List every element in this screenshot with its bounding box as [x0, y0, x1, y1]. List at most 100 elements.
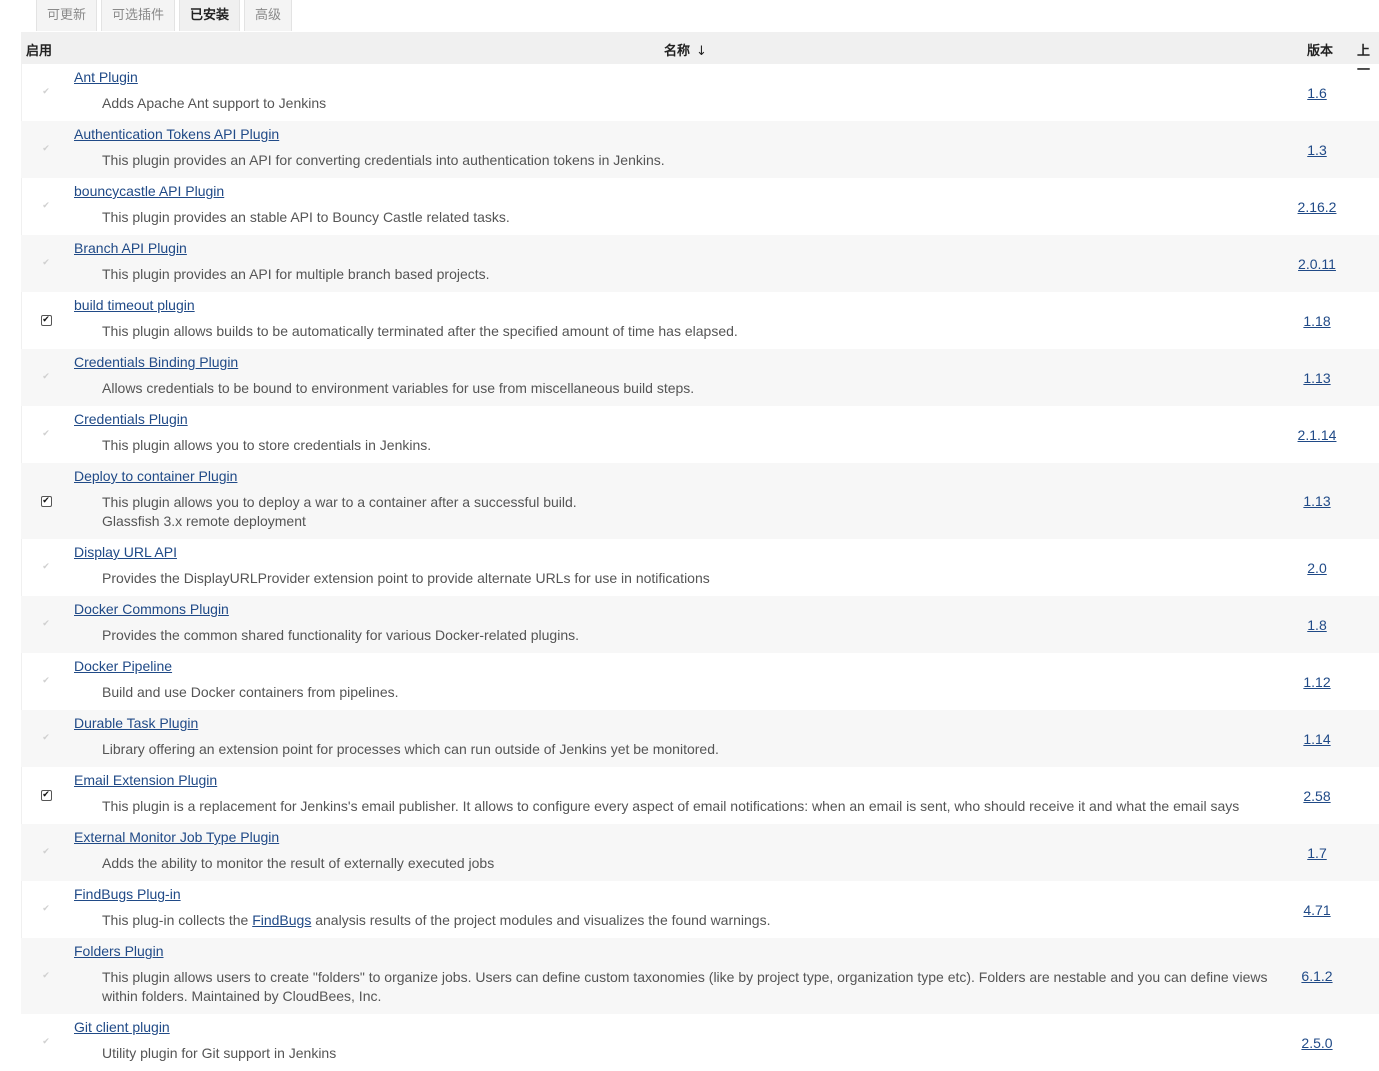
plugin-row: ✔ Docker Pipeline Build and use Docker con…	[21, 653, 1379, 710]
table-header: 启用 名称 ↓ 版本 上一	[21, 32, 1379, 78]
enable-cell: ✔	[21, 596, 71, 653]
version-link[interactable]: 2.5.0	[1287, 1014, 1347, 1071]
version-link[interactable]: 2.0	[1287, 539, 1347, 596]
version-link[interactable]: 2.0.11	[1287, 235, 1347, 292]
enable-checkbox: ✔	[42, 201, 50, 211]
name-cell: Credentials Plugin This plugin allows you…	[74, 406, 1299, 463]
plugin-description: Adds the ability to monitor the result o…	[102, 854, 1299, 873]
plugin-name-link[interactable]: Docker Pipeline	[74, 657, 172, 676]
plugin-name-link[interactable]: Authentication Tokens API Plugin	[74, 125, 279, 144]
description-line: within folders. Maintained by CloudBees,…	[102, 988, 382, 1004]
enable-checkbox: ✔	[42, 258, 50, 268]
table-body: ✔ Ant Plugin Adds Apache Ant support to Je…	[21, 64, 1379, 1071]
plugin-row: ✔ Git client plugin Utility plugin for Git…	[21, 1014, 1379, 1071]
plugin-description: Adds Apache Ant support to Jenkins	[102, 94, 1299, 113]
plugin-name-link[interactable]: Email Extension Plugin	[74, 771, 217, 790]
name-cell: Credentials Binding Plugin Allows credent…	[74, 349, 1299, 406]
plugin-name-link[interactable]: Branch API Plugin	[74, 239, 187, 258]
plugin-name-link[interactable]: Display URL API	[74, 543, 177, 562]
plugin-description: Allows credentials to be bound to enviro…	[102, 379, 1299, 398]
version-link[interactable]: 2.16.2	[1287, 178, 1347, 235]
description-line: This plugin allows you to store credenti…	[102, 437, 432, 453]
enable-cell: ✔	[21, 121, 71, 178]
version-link[interactable]: 2.1.14	[1287, 406, 1347, 463]
header-name[interactable]: 名称 ↓	[664, 40, 707, 59]
plugin-row: ✔ Durable Task Plugin Library offering an …	[21, 710, 1379, 767]
plugin-row: ✔ Ant Plugin Adds Apache Ant support to Je…	[21, 64, 1379, 121]
name-cell: Docker Commons Plugin Provides the common…	[74, 596, 1299, 653]
header-name-label[interactable]: 名称	[664, 44, 690, 59]
version-link[interactable]: 1.7	[1287, 824, 1347, 881]
name-cell: build timeout plugin This plugin allows b…	[74, 292, 1299, 349]
enable-checkbox: ✔	[42, 372, 50, 382]
tab-3[interactable]: 高级	[244, 0, 293, 31]
plugin-description: This plugin allows builds to be automati…	[102, 322, 1299, 341]
version-link[interactable]: 1.8	[1287, 596, 1347, 653]
plugin-row: ✔ build timeout plugin This plugin allows …	[21, 292, 1379, 349]
plugin-row: ✔ Email Extension Plugin This plugin is a …	[21, 767, 1379, 824]
plugin-name-link[interactable]: Folders Plugin	[74, 942, 164, 961]
name-cell: Git client plugin Utility plugin for Git …	[74, 1014, 1299, 1071]
tab-2[interactable]: 已安装	[179, 0, 241, 31]
name-cell: Display URL API Provides the DisplayURLPr…	[74, 539, 1299, 596]
plugin-name-link[interactable]: Git client plugin	[74, 1018, 170, 1037]
version-link[interactable]: 1.14	[1287, 710, 1347, 767]
plugin-row: ✔ bouncycastle API Plugin This plugin prov…	[21, 178, 1379, 235]
tab-1[interactable]: 可选插件	[101, 0, 176, 31]
plugin-description: This plugin allows you to store credenti…	[102, 436, 1299, 455]
plugin-name-link[interactable]: Ant Plugin	[74, 68, 138, 87]
version-link[interactable]: 1.13	[1287, 349, 1347, 406]
version-link[interactable]: 6.1.2	[1287, 938, 1347, 1014]
plugin-name-link[interactable]: Docker Commons Plugin	[74, 600, 229, 619]
plugin-description: This plugin provides an API for converti…	[102, 151, 1299, 170]
findbugs-link[interactable]: FindBugs	[252, 912, 311, 928]
plugin-name-link[interactable]: FindBugs Plug-in	[74, 885, 181, 904]
tab-0[interactable]: 可更新	[36, 0, 98, 31]
plugin-name-link[interactable]: Durable Task Plugin	[74, 714, 198, 733]
header-enable[interactable]: 启用	[26, 40, 52, 59]
description-line: Provides the DisplayURLProvider extensio…	[102, 570, 710, 586]
installed-plugins-table: 启用 名称 ↓ 版本 上一 ✔ Ant Plugin Adds Apache Ant …	[21, 32, 1379, 1071]
name-cell: bouncycastle API Plugin This plugin provi…	[74, 178, 1299, 235]
enable-checkbox[interactable]: ✔	[40, 495, 52, 507]
enable-checkbox: ✔	[42, 970, 50, 981]
enable-checkbox[interactable]: ✔	[40, 790, 52, 801]
description-line: Build and use Docker containers from pip…	[102, 684, 399, 700]
plugin-description: Provides the DisplayURLProvider extensio…	[102, 569, 1299, 588]
plugin-row: ✔ FindBugs Plug-in This plug-in collects t…	[21, 881, 1379, 938]
enable-cell: ✔	[21, 938, 71, 1014]
plugin-name-link[interactable]: Credentials Binding Plugin	[74, 353, 238, 372]
plugin-name-link[interactable]: build timeout plugin	[74, 296, 195, 315]
version-link[interactable]: 2.58	[1287, 767, 1347, 824]
enable-cell: ✔	[21, 1014, 71, 1071]
version-link[interactable]: 1.3	[1287, 121, 1347, 178]
description-line: This plugin provides an API for converti…	[102, 152, 665, 168]
enable-checkbox[interactable]: ✔	[40, 315, 52, 326]
plugin-name-link[interactable]: bouncycastle API Plugin	[74, 182, 224, 201]
name-cell: Authentication Tokens API Plugin This plu…	[74, 121, 1299, 178]
version-link[interactable]: 1.12	[1287, 653, 1347, 710]
header-version[interactable]: 版本	[1307, 40, 1333, 59]
description-line: Library offering an extension point for …	[102, 741, 719, 757]
version-link[interactable]: 1.18	[1287, 292, 1347, 349]
enable-checkbox: ✔	[42, 733, 50, 743]
enable-cell: ✔	[21, 710, 71, 767]
plugin-description: Library offering an extension point for …	[102, 740, 1299, 759]
version-link[interactable]: 1.13	[1287, 463, 1347, 539]
description-line: Glassfish 3.x remote deployment	[102, 513, 306, 529]
plugin-name-link[interactable]: External Monitor Job Type Plugin	[74, 828, 279, 847]
version-link[interactable]: 1.6	[1287, 64, 1347, 121]
description-line: Allows credentials to be bound to enviro…	[102, 380, 695, 396]
plugin-row: ✔ Branch API Plugin This plugin provides a…	[21, 235, 1379, 292]
plugin-name-link[interactable]: Deploy to container Plugin	[74, 467, 237, 486]
plugin-row: ✔ Deploy to container Plugin This plugin a…	[21, 463, 1379, 539]
name-cell: Docker Pipeline Build and use Docker cont…	[74, 653, 1299, 710]
description-line: This plugin allows you to deploy a war t…	[102, 494, 577, 510]
plugin-description: This plugin provides an stable API to Bo…	[102, 208, 1299, 227]
enable-cell: ✔	[21, 463, 71, 539]
name-cell: Durable Task Plugin Library offering an e…	[74, 710, 1299, 767]
description-line: This plugin provides an API for multiple…	[102, 266, 490, 282]
version-link[interactable]: 4.71	[1287, 881, 1347, 938]
enable-checkbox: ✔	[42, 847, 50, 857]
plugin-name-link[interactable]: Credentials Plugin	[74, 410, 188, 429]
